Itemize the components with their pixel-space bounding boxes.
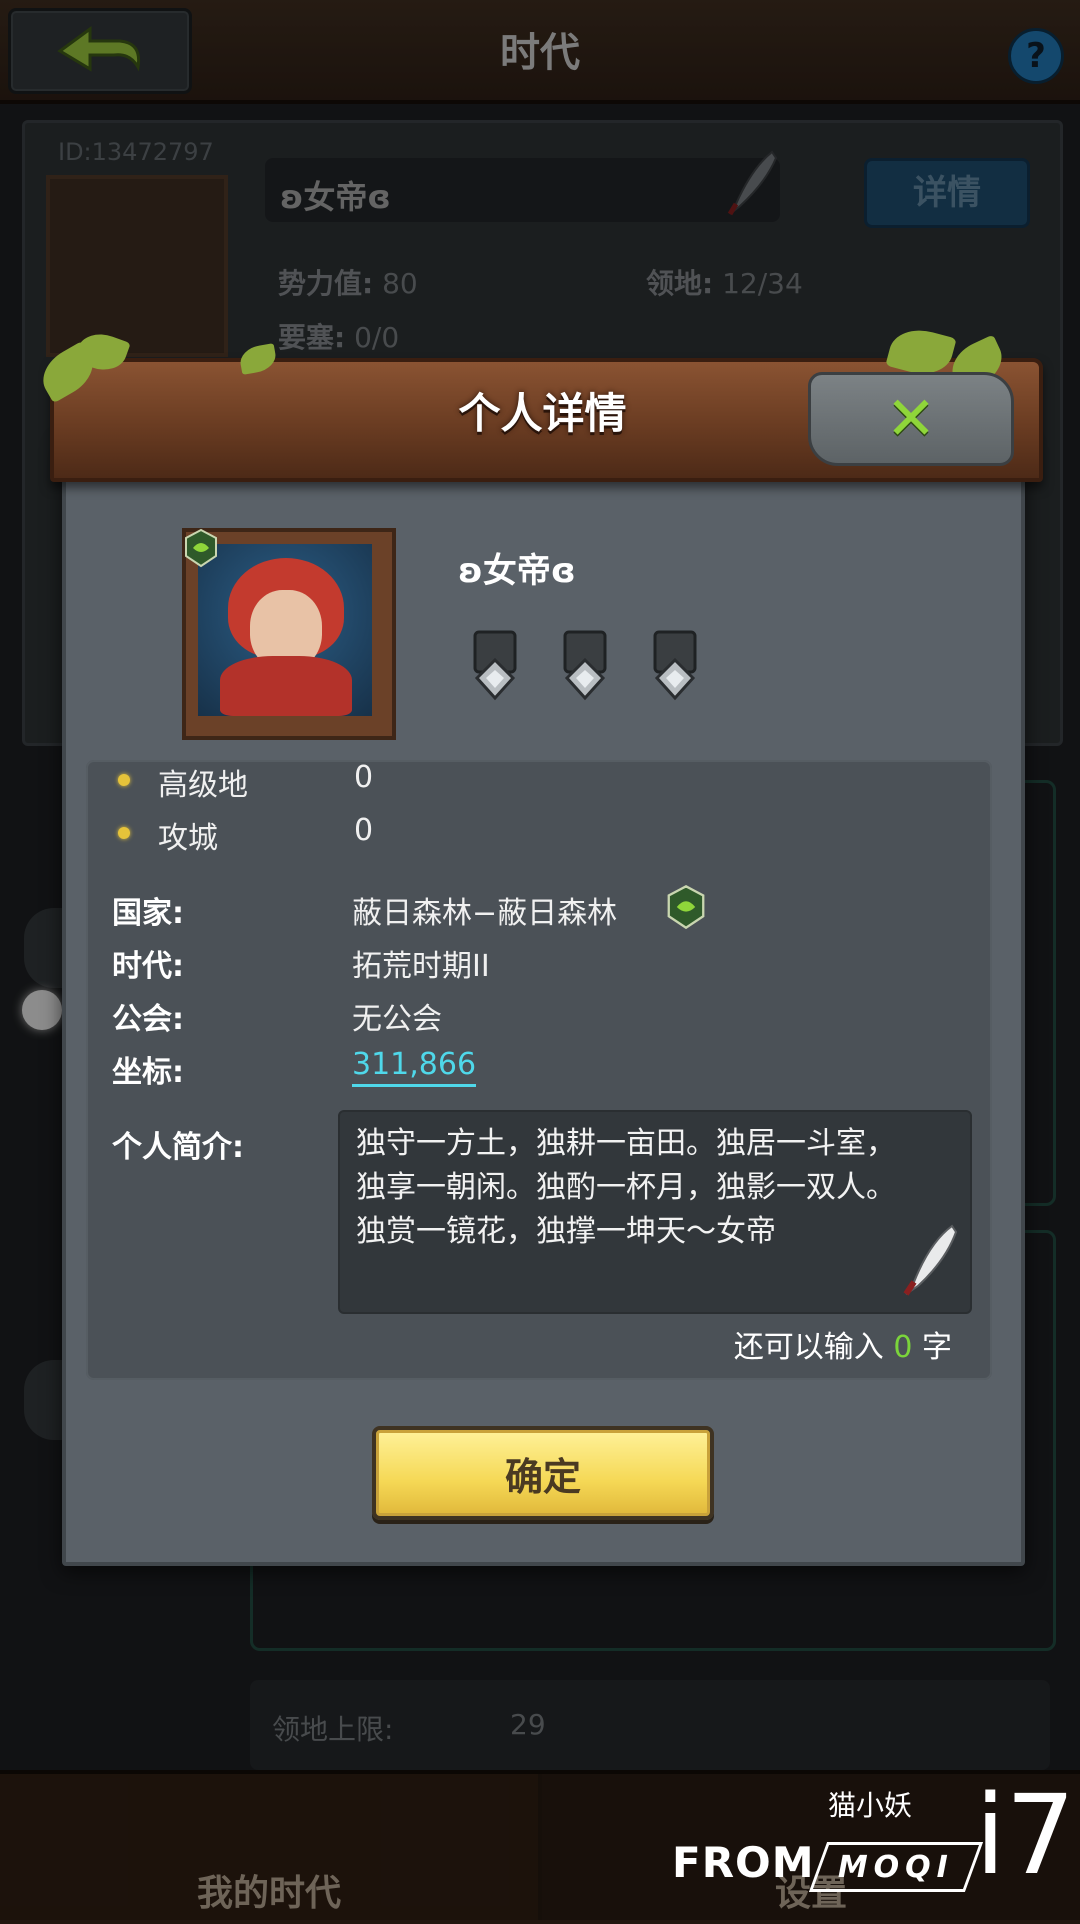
- medal-icon: [653, 630, 697, 701]
- confirm-label: 确定: [504, 1454, 581, 1499]
- country-emblem-icon: [185, 528, 217, 568]
- watermark-logo: i7s: [975, 1771, 1080, 1899]
- watermark-from: FROM: [672, 1838, 815, 1887]
- country-emblem-icon: [667, 884, 705, 930]
- coord-label: 坐标:: [112, 1055, 184, 1090]
- edit-bio-feather-icon[interactable]: [898, 1222, 958, 1298]
- bio-line: 独享一朝闲。独酌一杯月，独影一双人。: [356, 1170, 896, 1205]
- profile-name: ʚ女帝ɞ: [458, 551, 576, 591]
- bio-line: 独守一方土，独耕一亩田。独居一斗室，: [356, 1126, 896, 1161]
- achievement-value: 0: [354, 813, 374, 848]
- avatar-portrait: [198, 544, 372, 716]
- medal-icon: [563, 630, 607, 701]
- country-value: 蔽日森林−蔽日森林: [352, 896, 618, 931]
- confirm-button[interactable]: 确定: [372, 1426, 714, 1520]
- country-label: 国家:: [112, 896, 184, 931]
- bio-label: 个人简介:: [112, 1130, 244, 1165]
- bio-line: 独赏一镜花，独撑一坤天～女帝: [356, 1214, 776, 1249]
- guild-value: 无公会: [352, 1002, 442, 1037]
- achievement-label: 攻城: [158, 821, 218, 856]
- medal-icon: [473, 630, 517, 701]
- guild-label: 公会:: [112, 1002, 184, 1037]
- bullet-icon: [118, 774, 130, 786]
- close-icon: ✕: [885, 384, 937, 454]
- watermark-brand: MOQI: [808, 1842, 984, 1892]
- watermark-brand-text: MOQI: [837, 1849, 955, 1885]
- close-button[interactable]: ✕: [808, 372, 1014, 466]
- bullet-icon: [118, 827, 130, 839]
- char-count-suffix: 字: [922, 1330, 952, 1365]
- bio-textarea[interactable]: 独守一方土，独耕一亩田。独居一斗室， 独享一朝闲。独酌一杯月，独影一双人。 独赏…: [338, 1110, 972, 1314]
- char-count-prefix: 还可以输入: [733, 1330, 884, 1365]
- char-count: 还可以输入 0 字: [600, 1322, 952, 1366]
- achievement-label: 高级地: [158, 768, 248, 803]
- profile-avatar[interactable]: [182, 528, 396, 740]
- scarf-shape: [220, 656, 352, 716]
- achievement-value: 0: [354, 760, 374, 795]
- era-value: 拓荒时期II: [352, 949, 490, 984]
- char-count-value: 0: [893, 1330, 913, 1365]
- bio-text: 独守一方土，独耕一亩田。独居一斗室， 独享一朝闲。独酌一杯月，独影一双人。 独赏…: [356, 1122, 956, 1254]
- coord-link[interactable]: 311,866: [352, 1047, 477, 1087]
- era-label: 时代:: [112, 949, 184, 984]
- watermark-author: 猫小妖: [828, 1789, 913, 1822]
